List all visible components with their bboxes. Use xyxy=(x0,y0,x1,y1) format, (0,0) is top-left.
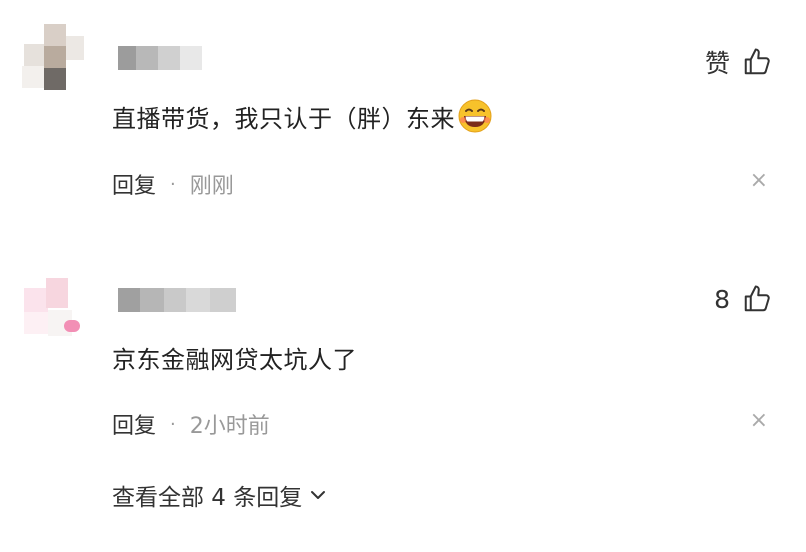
separator: · xyxy=(170,413,176,435)
close-icon[interactable]: × xyxy=(750,408,768,433)
comment-text: 京东金融网贷太坑人了 xyxy=(112,346,357,374)
username[interactable] xyxy=(118,288,236,312)
grinning-face-emoji xyxy=(458,99,492,133)
like-count: 8 xyxy=(714,284,730,314)
close-icon[interactable]: × xyxy=(750,168,768,193)
comment-text-container: 直播带货，我只认于（胖）东来 xyxy=(112,98,493,134)
timestamp: 刚刚 xyxy=(189,174,234,199)
view-all-replies-button[interactable]: 查看全部 4 条回复 xyxy=(112,478,326,512)
avatar[interactable] xyxy=(20,22,86,94)
like-count: 赞 xyxy=(704,49,730,78)
like-button[interactable]: 8 xyxy=(714,284,772,314)
thumbs-up-icon xyxy=(744,48,770,75)
like-button[interactable]: 赞 xyxy=(705,44,772,80)
timestamp: 2小时前 xyxy=(189,414,270,439)
comment-text-container: 京东金融网贷太坑人了 xyxy=(112,340,357,375)
comment-meta: 回复 · 刚刚 xyxy=(112,168,234,200)
comment-meta: 回复 · 2小时前 xyxy=(112,408,270,440)
comment-item: 赞 直播带货，我只认于（胖）东来 回复 · 刚刚 × xyxy=(0,0,806,235)
username[interactable] xyxy=(118,46,202,70)
reply-button[interactable]: 回复 xyxy=(112,168,156,200)
reply-button[interactable]: 回复 xyxy=(112,408,156,440)
avatar[interactable] xyxy=(20,272,86,344)
thumbs-up-icon xyxy=(744,285,770,312)
separator: · xyxy=(170,173,176,195)
comment-text: 直播带货，我只认于（胖）东来 xyxy=(112,104,455,133)
chevron-down-icon xyxy=(311,491,326,499)
view-all-replies-label: 查看全部 4 条回复 xyxy=(112,485,303,511)
